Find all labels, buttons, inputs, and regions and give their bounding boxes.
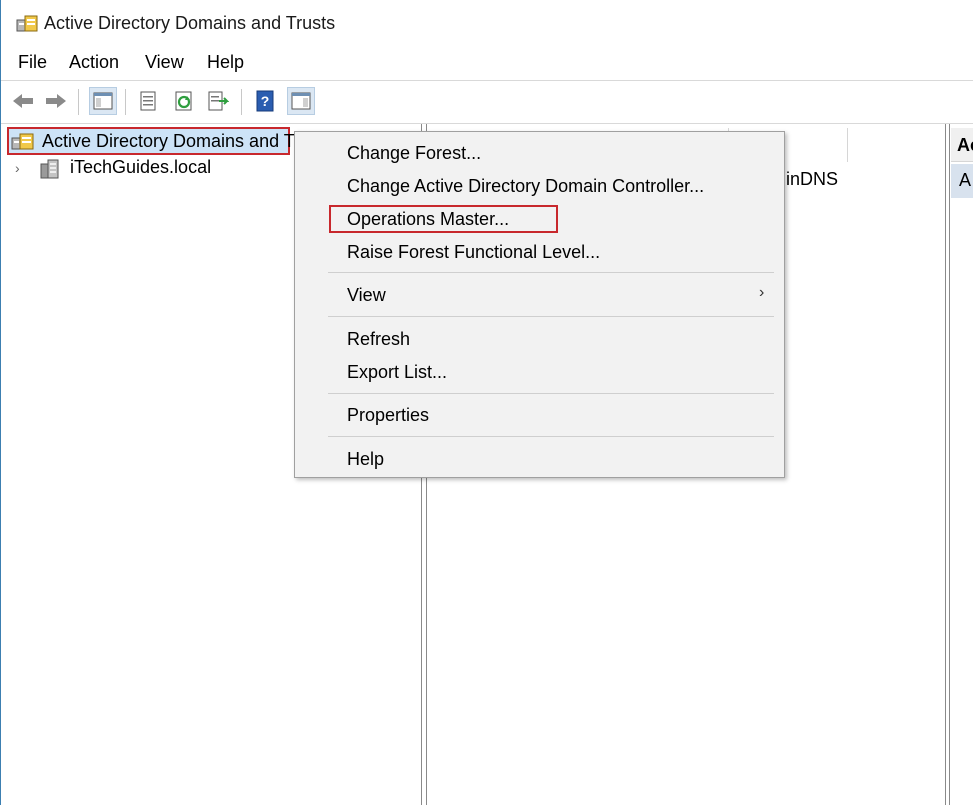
toolbar-separator bbox=[125, 89, 126, 115]
window-title: Active Directory Domains and Trusts bbox=[44, 13, 336, 33]
tree-domain-item[interactable]: iTechGuides.local bbox=[70, 157, 211, 178]
mmc-window: Active Directory Domains and Trusts File… bbox=[0, 0, 973, 805]
title-bar: Active Directory Domains and Trusts bbox=[1, 0, 973, 46]
menu-help[interactable]: Help bbox=[207, 52, 244, 73]
menu-item-properties[interactable]: Properties bbox=[347, 405, 429, 426]
context-menu: Change Forest... Change Active Directory… bbox=[294, 131, 785, 478]
menu-action[interactable]: Action bbox=[69, 52, 119, 73]
menu-item-operations-master[interactable]: Operations Master... bbox=[347, 209, 509, 230]
properties-icon[interactable] bbox=[134, 87, 162, 115]
menu-view[interactable]: View bbox=[145, 52, 184, 73]
back-icon[interactable] bbox=[9, 87, 37, 115]
show-hide-tree-icon[interactable] bbox=[89, 87, 117, 115]
menu-item-view[interactable]: View bbox=[347, 285, 386, 306]
toolbar: ? bbox=[1, 80, 973, 124]
menu-separator bbox=[328, 436, 774, 437]
actions-header: Ac bbox=[951, 128, 973, 162]
submenu-arrow-icon: › bbox=[759, 284, 765, 301]
menu-bar: File Action View Help bbox=[1, 48, 973, 78]
toolbar-separator bbox=[78, 89, 79, 115]
tree-root-label: Active Directory Domains and Trusts bbox=[42, 131, 334, 151]
help-icon[interactable]: ? bbox=[251, 87, 279, 115]
actions-section-row[interactable]: A bbox=[951, 164, 973, 198]
ad-domains-trusts-icon bbox=[11, 133, 34, 150]
svg-text:?: ? bbox=[261, 93, 270, 109]
show-hide-action-pane-icon[interactable] bbox=[287, 87, 315, 115]
forward-icon[interactable] bbox=[42, 87, 70, 115]
menu-item-refresh[interactable]: Refresh bbox=[347, 329, 410, 350]
domain-icon bbox=[40, 159, 59, 179]
menu-separator bbox=[328, 316, 774, 317]
menu-file[interactable]: File bbox=[18, 52, 47, 73]
refresh-icon[interactable] bbox=[170, 87, 198, 115]
menu-item-raise-forest-level[interactable]: Raise Forest Functional Level... bbox=[347, 242, 600, 263]
menu-item-change-forest[interactable]: Change Forest... bbox=[347, 143, 481, 164]
toolbar-separator bbox=[241, 89, 242, 115]
chevron-right-icon[interactable]: › bbox=[15, 160, 20, 176]
actions-pane[interactable] bbox=[949, 124, 973, 805]
menu-separator bbox=[328, 393, 774, 394]
menu-item-export-list[interactable]: Export List... bbox=[347, 362, 447, 383]
menu-separator bbox=[328, 272, 774, 273]
results-cell: inDNS bbox=[786, 169, 839, 189]
ad-domains-trusts-app-icon bbox=[16, 15, 38, 32]
export-list-icon[interactable] bbox=[204, 87, 232, 115]
menu-item-help[interactable]: Help bbox=[347, 449, 384, 470]
column-divider[interactable] bbox=[847, 128, 848, 162]
menu-item-change-domain-controller[interactable]: Change Active Directory Domain Controlle… bbox=[347, 176, 704, 197]
